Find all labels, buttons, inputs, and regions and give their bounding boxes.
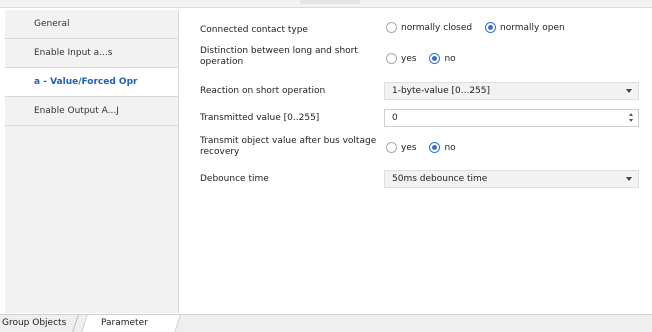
tab-parameter[interactable]: Parameter [81, 315, 181, 332]
spin-down-icon[interactable] [629, 119, 633, 122]
radio-long-short-no-label: no [444, 53, 456, 64]
tab-separator [72, 315, 79, 332]
debounce-dropdown[interactable]: 50ms debounce time [384, 170, 639, 188]
debounce-value: 50ms debounce time [392, 174, 488, 184]
sidebar-item-label: Enable Input a...s [34, 48, 113, 58]
spin-up-icon[interactable] [629, 113, 633, 116]
reaction-short-value: 1-byte-value [0...255] [392, 86, 491, 96]
radio-normally-open-label: normally open [500, 22, 565, 33]
transmit-recovery-radio-group: yes no [386, 142, 466, 153]
sidebar-item-value-forced-opr[interactable]: a - Value/Forced Opr [5, 68, 178, 97]
transmit-recovery-label: Transmit object value after bus voltage … [200, 136, 376, 158]
contact-type-label: Connected contact type [200, 25, 308, 35]
radio-normally-closed[interactable] [386, 22, 397, 33]
radio-long-short-yes-label: yes [401, 53, 417, 64]
long-short-label-line2: operation [200, 57, 244, 67]
sidebar-item-label: Enable Output A...J [34, 106, 119, 116]
radio-transmit-recovery-no-label: no [444, 142, 456, 153]
title-notch [300, 0, 360, 4]
tab-parameter-label: Parameter [101, 318, 148, 328]
parameter-panel: Connected contact type normally closed n… [179, 10, 652, 313]
long-short-radio-group: yes no [386, 53, 466, 64]
window-top-edge [0, 0, 652, 8]
transmitted-value-input[interactable]: 0 [392, 110, 398, 126]
tab-group-objects-label: Group Objects [2, 318, 67, 328]
reaction-short-label: Reaction on short operation [200, 86, 326, 96]
transmitted-value-stepper[interactable]: 0 [384, 109, 639, 127]
sidebar-item-general[interactable]: General [5, 10, 178, 39]
radio-normally-closed-label: normally closed [401, 22, 473, 33]
reaction-short-dropdown[interactable]: 1-byte-value [0...255] [384, 82, 639, 100]
chevron-down-icon [626, 177, 632, 181]
radio-long-short-yes[interactable] [386, 53, 397, 64]
transmitted-value-label: Transmitted value [0..255] [200, 113, 320, 123]
sidebar-item-enable-input[interactable]: Enable Input a...s [5, 39, 178, 68]
bottom-tab-bar: Group Objects Parameter [0, 314, 652, 332]
sidebar-item-label: General [34, 19, 70, 29]
transmit-recovery-label-line2: recovery [200, 147, 240, 157]
contact-type-radio-group: normally closed normally open [386, 22, 575, 33]
debounce-label: Debounce time [200, 174, 269, 184]
sidebar-item-enable-output[interactable]: Enable Output A...J [5, 97, 178, 126]
parameter-sidebar: General Enable Input a...s a - Value/For… [5, 10, 179, 313]
knx-parameter-window: General Enable Input a...s a - Value/For… [0, 0, 652, 332]
radio-transmit-recovery-no[interactable] [429, 142, 441, 153]
radio-transmit-recovery-yes[interactable] [386, 142, 397, 153]
sidebar-item-label: a - Value/Forced Opr [34, 77, 138, 87]
transmit-recovery-label-line1: Transmit object value after bus voltage [200, 136, 377, 146]
radio-normally-open[interactable] [485, 22, 496, 33]
radio-long-short-no[interactable] [429, 53, 441, 64]
long-short-label: Distinction between long and short opera… [200, 46, 358, 68]
long-short-label-line1: Distinction between long and short [200, 46, 358, 56]
tab-group-objects[interactable]: Group Objects [0, 315, 79, 332]
chevron-down-icon [626, 89, 632, 93]
radio-transmit-recovery-yes-label: yes [401, 142, 417, 153]
